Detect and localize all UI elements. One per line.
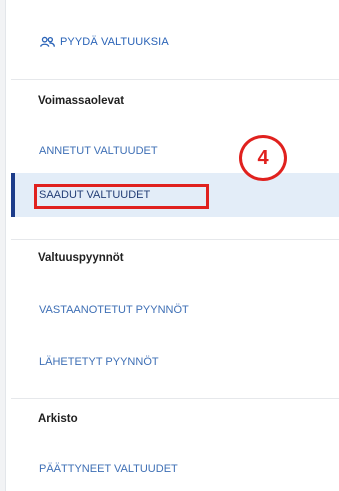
nav-item-sent-requests[interactable]: LÄHETETYT PYYNNÖT xyxy=(11,340,339,384)
request-authorizations-label: PYYDÄ VALTUUKSIA xyxy=(60,36,169,48)
annotation-step-number: 4 xyxy=(239,135,287,181)
section-heading-archive: Arkisto xyxy=(38,413,78,425)
section-heading-requests: Valtuuspyynnöt xyxy=(38,252,124,264)
nav-item-label: VASTAANOTETUT PYYNNÖT xyxy=(39,304,189,316)
nav-item-ended-authorizations[interactable]: PÄÄTTYNEET VALTUUDET xyxy=(11,447,339,491)
section-heading-active: Voimassaolevat xyxy=(38,95,125,107)
nav-item-label: PÄÄTTYNEET VALTUUDET xyxy=(39,463,178,475)
active-indicator xyxy=(11,173,15,217)
side-navigation: PYYDÄ VALTUUKSIA Voimassaolevat ANNETUT … xyxy=(5,0,339,491)
nav-item-received-requests[interactable]: VASTAANOTETUT PYYNNÖT xyxy=(11,288,339,332)
nav-item-label: LÄHETETYT PYYNNÖT xyxy=(39,356,159,368)
divider xyxy=(11,239,339,240)
nav-item-label: SAADUT VALTUUDET xyxy=(39,189,151,201)
users-icon xyxy=(40,36,55,47)
nav-item-label: ANNETUT VALTUUDET xyxy=(39,145,158,157)
nav-item-received-authorizations[interactable]: SAADUT VALTUUDET xyxy=(11,173,339,217)
request-authorizations-button[interactable]: PYYDÄ VALTUUKSIA xyxy=(40,32,169,52)
divider xyxy=(11,398,339,399)
nav-item-given-authorizations[interactable]: ANNETUT VALTUUDET xyxy=(11,129,339,173)
divider xyxy=(11,79,339,80)
